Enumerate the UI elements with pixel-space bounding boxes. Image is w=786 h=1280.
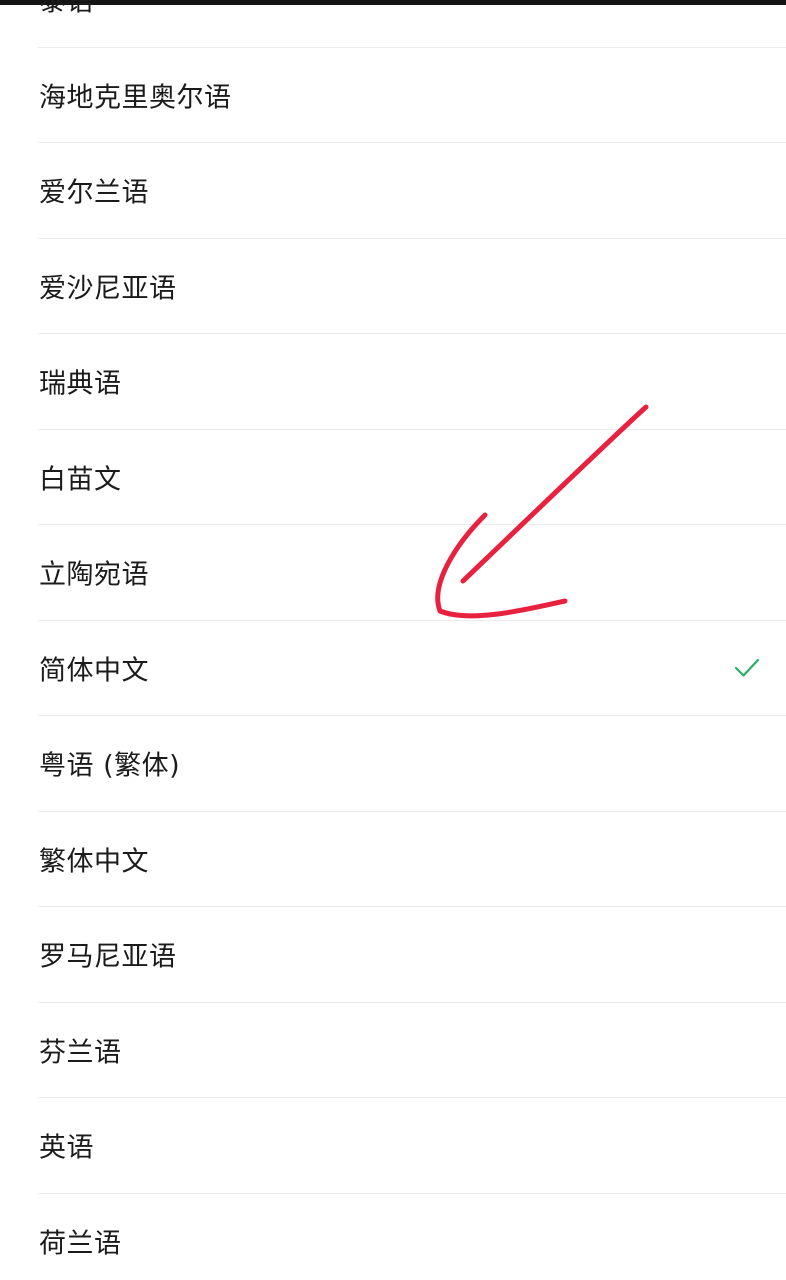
language-label: 罗马尼亚语 — [39, 941, 177, 973]
language-label: 英语 — [39, 1132, 94, 1164]
language-item-swedish[interactable]: 瑞典语 — [38, 334, 786, 430]
language-label: 爱尔兰语 — [39, 177, 149, 209]
checkmark-icon — [734, 658, 760, 677]
language-item-estonian[interactable]: 爱沙尼亚语 — [38, 239, 786, 334]
language-label: 爱沙尼亚语 — [39, 273, 177, 305]
language-label: 芬兰语 — [39, 1037, 122, 1069]
language-label: 繁体中文 — [39, 846, 149, 878]
language-list: 泰语 海地克里奥尔语 爱尔兰语 爱沙尼亚语 瑞典语 白苗文 立陶宛语 简体中文 … — [0, 0, 786, 1280]
language-item-hmong-daw[interactable]: 白苗文 — [38, 430, 786, 525]
language-item-simplified-chinese[interactable]: 简体中文 — [38, 621, 786, 716]
language-item-dutch[interactable]: 荷兰语 — [38, 1194, 786, 1280]
language-label: 粤语 (繁体) — [39, 750, 181, 782]
language-settings-screen: 泰语 海地克里奥尔语 爱尔兰语 爱沙尼亚语 瑞典语 白苗文 立陶宛语 简体中文 … — [0, 0, 786, 1280]
language-label: 白苗文 — [39, 464, 122, 496]
language-label: 荷兰语 — [39, 1228, 122, 1260]
language-label: 泰语 — [39, 0, 94, 18]
language-item-haitian-creole[interactable]: 海地克里奥尔语 — [38, 48, 786, 143]
language-label: 简体中文 — [39, 655, 149, 687]
language-label: 立陶宛语 — [39, 559, 149, 591]
language-item-cantonese-traditional[interactable]: 粤语 (繁体) — [38, 716, 786, 812]
language-item-english[interactable]: 英语 — [38, 1098, 786, 1194]
language-item-finnish[interactable]: 芬兰语 — [38, 1003, 786, 1098]
language-label: 海地克里奥尔语 — [39, 82, 232, 114]
language-item-thai[interactable]: 泰语 — [38, 0, 786, 48]
language-label: 瑞典语 — [39, 368, 122, 400]
language-item-lithuanian[interactable]: 立陶宛语 — [38, 525, 786, 621]
language-item-irish[interactable]: 爱尔兰语 — [38, 143, 786, 239]
language-item-traditional-chinese[interactable]: 繁体中文 — [38, 812, 786, 907]
language-item-romanian[interactable]: 罗马尼亚语 — [38, 907, 786, 1003]
